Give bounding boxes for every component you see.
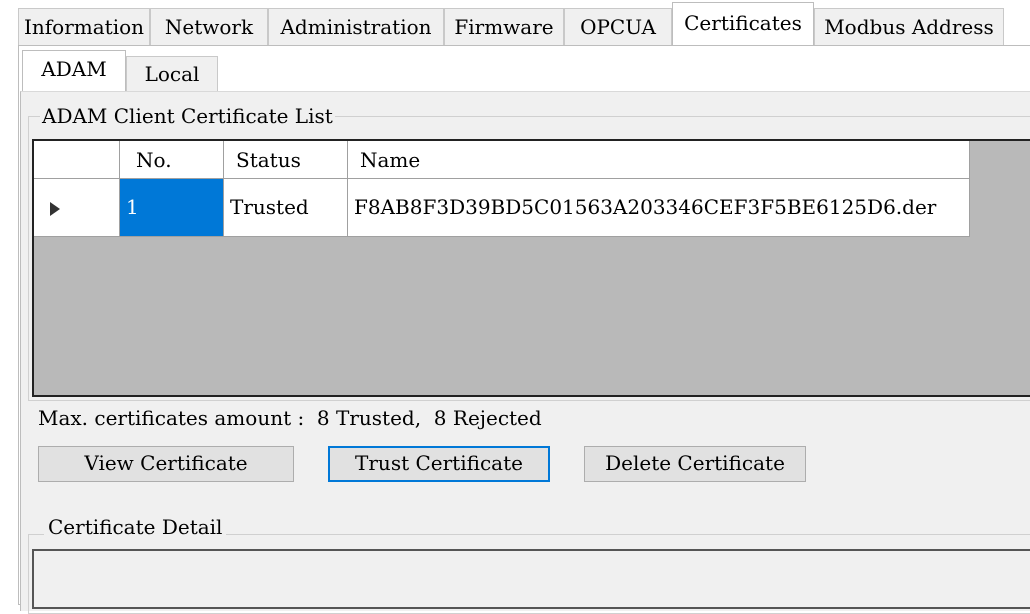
grid-header-corner xyxy=(34,141,120,179)
cert-list-grid[interactable]: No. Status Name 1 Trusted F8AB8F3D39BD5C… xyxy=(32,139,1030,397)
tab-administration[interactable]: Administration xyxy=(268,8,444,46)
cell-no[interactable]: 1 xyxy=(120,179,224,237)
tab-opcua[interactable]: OPCUA xyxy=(564,8,672,46)
trust-certificate-button[interactable]: Trust Certificate xyxy=(328,446,550,482)
view-certificate-button[interactable]: View Certificate xyxy=(38,446,294,482)
grid-header-no[interactable]: No. xyxy=(120,141,224,179)
cell-name[interactable]: F8AB8F3D39BD5C01563A203346CEF3F5BE6125D6… xyxy=(348,179,970,237)
delete-certificate-button[interactable]: Delete Certificate xyxy=(584,446,806,482)
subtab-adam[interactable]: ADAM xyxy=(22,50,126,92)
tab-certificates[interactable]: Certificates xyxy=(672,2,814,46)
top-tab-strip: Information Network Administration Firmw… xyxy=(0,0,1030,46)
cell-status[interactable]: Trusted xyxy=(224,179,348,237)
max-certificates-text: Max. certificates amount : 8 Trusted, 8 … xyxy=(38,406,542,430)
cert-detail-textbox[interactable] xyxy=(32,549,1030,609)
tab-firmware[interactable]: Firmware xyxy=(444,8,564,46)
grid-header-name[interactable]: Name xyxy=(348,141,970,179)
tab-modbus-address[interactable]: Modbus Address xyxy=(814,8,1004,46)
row-header[interactable] xyxy=(34,179,120,237)
cert-detail-group-title: Certificate Detail xyxy=(44,514,227,540)
subtab-local[interactable]: Local xyxy=(126,56,218,92)
tab-information[interactable]: Information xyxy=(18,8,150,46)
tab-network[interactable]: Network xyxy=(150,8,268,46)
cert-list-group-title: ADAM Client Certificate List xyxy=(40,104,335,128)
row-indicator-icon xyxy=(50,202,60,216)
grid-header-status[interactable]: Status xyxy=(224,141,348,179)
